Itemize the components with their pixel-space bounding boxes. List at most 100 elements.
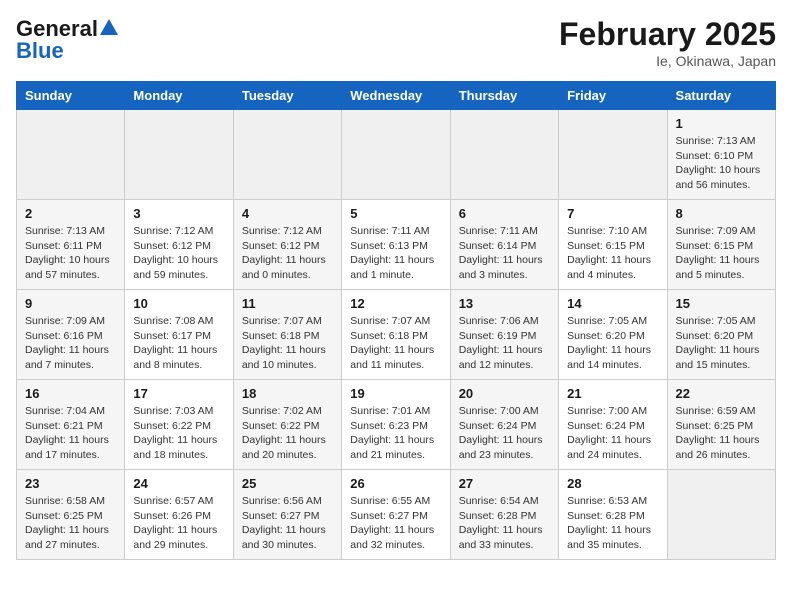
calendar-cell [342, 110, 450, 200]
day-info: Sunrise: 7:13 AM Sunset: 6:11 PM Dayligh… [25, 224, 116, 283]
day-number: 6 [459, 206, 550, 221]
day-number: 21 [567, 386, 658, 401]
day-info: Sunrise: 7:07 AM Sunset: 6:18 PM Dayligh… [242, 314, 333, 373]
day-info: Sunrise: 7:01 AM Sunset: 6:23 PM Dayligh… [350, 404, 441, 463]
calendar-cell: 6Sunrise: 7:11 AM Sunset: 6:14 PM Daylig… [450, 200, 558, 290]
col-header-thursday: Thursday [450, 82, 558, 110]
col-header-monday: Monday [125, 82, 233, 110]
main-title: February 2025 [559, 16, 776, 53]
day-info: Sunrise: 6:59 AM Sunset: 6:25 PM Dayligh… [676, 404, 767, 463]
calendar-cell: 26 Sunrise: 6:55 AM Sunset: 6:27 PM Dayli… [342, 470, 450, 560]
week-row-5: 23Sunrise: 6:58 AM Sunset: 6:25 PM Dayli… [17, 470, 776, 560]
logo: General Blue [16, 16, 118, 64]
day-number: 16 [25, 386, 116, 401]
calendar-cell: 16 Sunrise: 7:04 AM Sunset: 6:21 PM Dayli… [17, 380, 125, 470]
day-number: 25 [242, 476, 333, 491]
day-number: 19 [350, 386, 441, 401]
calendar-cell: 1 Sunrise: 7:13 AM Sunset: 6:10 PM Daylig… [667, 110, 775, 200]
calendar-cell: 15 Sunrise: 7:05 AM Sunset: 6:20 PM Dayli… [667, 290, 775, 380]
day-number: 1 [676, 116, 767, 131]
day-info: Sunrise: 6:55 AM Sunset: 6:27 PM Dayligh… [350, 494, 441, 553]
day-number: 8 [676, 206, 767, 221]
calendar-cell [450, 110, 558, 200]
day-number: 9 [25, 296, 116, 311]
col-header-tuesday: Tuesday [233, 82, 341, 110]
day-number: 10 [133, 296, 224, 311]
calendar-cell: 23Sunrise: 6:58 AM Sunset: 6:25 PM Dayli… [17, 470, 125, 560]
calendar-cell: 5Sunrise: 7:11 AM Sunset: 6:13 PM Daylig… [342, 200, 450, 290]
day-info: Sunrise: 6:54 AM Sunset: 6:28 PM Dayligh… [459, 494, 550, 553]
calendar-cell: 7 Sunrise: 7:10 AM Sunset: 6:15 PM Daylig… [559, 200, 667, 290]
calendar-cell: 3 Sunrise: 7:12 AM Sunset: 6:12 PM Daylig… [125, 200, 233, 290]
day-info: Sunrise: 6:56 AM Sunset: 6:27 PM Dayligh… [242, 494, 333, 553]
calendar-cell: 19 Sunrise: 7:01 AM Sunset: 6:23 PM Dayli… [342, 380, 450, 470]
calendar-cell: 11 Sunrise: 7:07 AM Sunset: 6:18 PM Dayli… [233, 290, 341, 380]
day-info: Sunrise: 7:09 AM Sunset: 6:16 PM Dayligh… [25, 314, 116, 373]
day-number: 2 [25, 206, 116, 221]
calendar-cell: 22 Sunrise: 6:59 AM Sunset: 6:25 PM Dayli… [667, 380, 775, 470]
calendar-cell: 13 Sunrise: 7:06 AM Sunset: 6:19 PM Dayli… [450, 290, 558, 380]
calendar-cell: 24 Sunrise: 6:57 AM Sunset: 6:26 PM Dayli… [125, 470, 233, 560]
day-info: Sunrise: 7:13 AM Sunset: 6:10 PM Dayligh… [676, 134, 767, 193]
day-info: Sunrise: 7:06 AM Sunset: 6:19 PM Dayligh… [459, 314, 550, 373]
day-number: 7 [567, 206, 658, 221]
day-info: Sunrise: 7:08 AM Sunset: 6:17 PM Dayligh… [133, 314, 224, 373]
day-info: Sunrise: 7:03 AM Sunset: 6:22 PM Dayligh… [133, 404, 224, 463]
week-row-1: 1 Sunrise: 7:13 AM Sunset: 6:10 PM Daylig… [17, 110, 776, 200]
logo-blue-text: Blue [16, 38, 64, 64]
calendar-cell: 25 Sunrise: 6:56 AM Sunset: 6:27 PM Dayli… [233, 470, 341, 560]
day-number: 22 [676, 386, 767, 401]
day-info: Sunrise: 7:12 AM Sunset: 6:12 PM Dayligh… [242, 224, 333, 283]
week-row-4: 16 Sunrise: 7:04 AM Sunset: 6:21 PM Dayli… [17, 380, 776, 470]
day-number: 18 [242, 386, 333, 401]
day-info: Sunrise: 7:10 AM Sunset: 6:15 PM Dayligh… [567, 224, 658, 283]
day-info: Sunrise: 7:00 AM Sunset: 6:24 PM Dayligh… [567, 404, 658, 463]
day-info: Sunrise: 6:53 AM Sunset: 6:28 PM Dayligh… [567, 494, 658, 553]
calendar-cell: 18 Sunrise: 7:02 AM Sunset: 6:22 PM Dayli… [233, 380, 341, 470]
calendar-cell: 28 Sunrise: 6:53 AM Sunset: 6:28 PM Dayli… [559, 470, 667, 560]
col-header-saturday: Saturday [667, 82, 775, 110]
day-number: 15 [676, 296, 767, 311]
day-number: 17 [133, 386, 224, 401]
calendar-cell: 27Sunrise: 6:54 AM Sunset: 6:28 PM Dayli… [450, 470, 558, 560]
calendar-cell: 12 Sunrise: 7:07 AM Sunset: 6:18 PM Dayli… [342, 290, 450, 380]
day-number: 28 [567, 476, 658, 491]
day-number: 26 [350, 476, 441, 491]
calendar-cell: 9 Sunrise: 7:09 AM Sunset: 6:16 PM Daylig… [17, 290, 125, 380]
day-info: Sunrise: 7:09 AM Sunset: 6:15 PM Dayligh… [676, 224, 767, 283]
calendar-cell [667, 470, 775, 560]
calendar-table: SundayMondayTuesdayWednesdayThursdayFrid… [16, 81, 776, 560]
calendar-cell [559, 110, 667, 200]
calendar-cell: 21 Sunrise: 7:00 AM Sunset: 6:24 PM Dayli… [559, 380, 667, 470]
day-number: 13 [459, 296, 550, 311]
day-info: Sunrise: 7:04 AM Sunset: 6:21 PM Dayligh… [25, 404, 116, 463]
calendar-cell: 4Sunrise: 7:12 AM Sunset: 6:12 PM Daylig… [233, 200, 341, 290]
day-info: Sunrise: 7:02 AM Sunset: 6:22 PM Dayligh… [242, 404, 333, 463]
page-header: General Blue February 2025 Ie, Okinawa, … [16, 16, 776, 69]
week-row-3: 9 Sunrise: 7:09 AM Sunset: 6:16 PM Daylig… [17, 290, 776, 380]
day-info: Sunrise: 6:57 AM Sunset: 6:26 PM Dayligh… [133, 494, 224, 553]
calendar-cell: 17 Sunrise: 7:03 AM Sunset: 6:22 PM Dayli… [125, 380, 233, 470]
day-number: 23 [25, 476, 116, 491]
calendar-cell: 10 Sunrise: 7:08 AM Sunset: 6:17 PM Dayli… [125, 290, 233, 380]
day-number: 20 [459, 386, 550, 401]
day-info: Sunrise: 7:05 AM Sunset: 6:20 PM Dayligh… [567, 314, 658, 373]
day-number: 24 [133, 476, 224, 491]
week-row-2: 2 Sunrise: 7:13 AM Sunset: 6:11 PM Daylig… [17, 200, 776, 290]
day-info: Sunrise: 7:11 AM Sunset: 6:13 PM Dayligh… [350, 224, 441, 283]
calendar-cell [17, 110, 125, 200]
day-info: Sunrise: 7:05 AM Sunset: 6:20 PM Dayligh… [676, 314, 767, 373]
calendar-cell: 8 Sunrise: 7:09 AM Sunset: 6:15 PM Daylig… [667, 200, 775, 290]
col-header-wednesday: Wednesday [342, 82, 450, 110]
logo-icon [100, 19, 118, 35]
day-number: 3 [133, 206, 224, 221]
calendar-cell [125, 110, 233, 200]
calendar-header-row: SundayMondayTuesdayWednesdayThursdayFrid… [17, 82, 776, 110]
calendar-cell: 14Sunrise: 7:05 AM Sunset: 6:20 PM Dayli… [559, 290, 667, 380]
calendar-cell: 2 Sunrise: 7:13 AM Sunset: 6:11 PM Daylig… [17, 200, 125, 290]
day-info: Sunrise: 7:07 AM Sunset: 6:18 PM Dayligh… [350, 314, 441, 373]
day-number: 11 [242, 296, 333, 311]
col-header-sunday: Sunday [17, 82, 125, 110]
day-info: Sunrise: 7:12 AM Sunset: 6:12 PM Dayligh… [133, 224, 224, 283]
day-number: 12 [350, 296, 441, 311]
